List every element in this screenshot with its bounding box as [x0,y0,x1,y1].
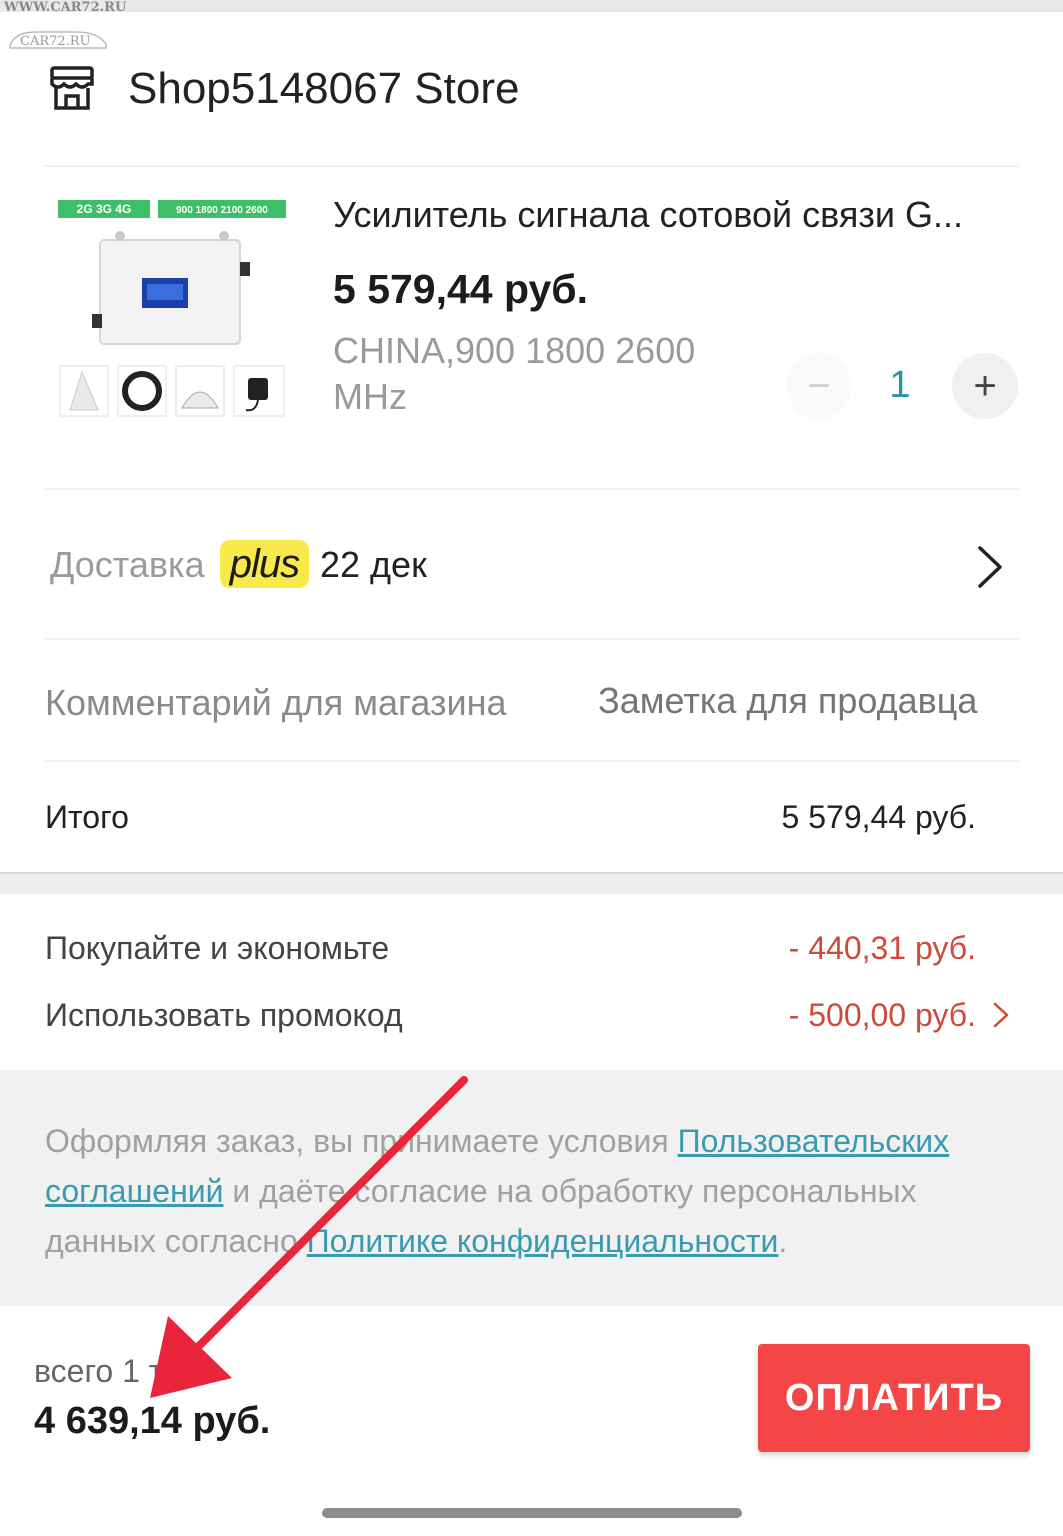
quantity-decrease-button[interactable]: − [786,353,852,419]
save-discount-value: - 440,31 руб. [788,930,976,966]
quantity-increase-button[interactable]: + [952,353,1018,419]
store-name[interactable]: Shop5148067 Store [128,64,519,114]
grand-total: 4 639,14 руб. [34,1400,271,1442]
save-discount-label: Покупайте и экономьте [45,930,390,966]
divider [44,488,1019,490]
divider [44,760,1019,762]
divider [44,638,1019,640]
terms-text: Оформляя заказ, вы принимаете условия По… [45,1116,1005,1266]
items-count: всего 1 тов. [34,1353,207,1389]
product-price: 5 579,44 руб. [333,266,589,312]
terms-text-part: . [778,1223,788,1259]
store-icon [50,66,94,110]
terms-text-part: Оформляя заказ, вы принимаете условия [45,1123,678,1159]
divider [44,165,1019,167]
quantity-value: 1 [889,364,911,406]
comment-label: Комментарий для магазина [45,682,507,723]
chevron-right-icon[interactable] [972,544,1008,590]
watermark-logo-text: CAR72.RU [20,34,91,49]
section-separator [0,872,1063,894]
product-variant[interactable]: CHINA,900 1800 2600 MHz [333,328,753,420]
product-title[interactable]: Усилитель сигнала сотовой связи G... [333,194,1023,236]
subtotal-label: Итого [45,799,129,835]
watermark-logo: CAR72.RU [9,31,107,49]
subtotal-value: 5 579,44 руб. [781,799,976,835]
product-badge-frequencies: 900 1800 2100 2600 [176,205,268,216]
promo-code-label[interactable]: Использовать промокод [45,997,403,1034]
delivery-date: 22 дек [320,544,427,585]
status-bar-strip [0,0,1063,12]
product-image[interactable]: 2G 3G 4G 900 1800 2100 2600 [56,196,288,420]
plus-badge: plus [220,540,309,588]
product-badge-bands: 2G 3G 4G [77,202,132,216]
pay-button[interactable]: ОПЛАТИТЬ [758,1344,1030,1452]
privacy-policy-link[interactable]: Политике конфиденциальности [307,1223,779,1259]
promo-code-value[interactable]: - 500,00 руб. [740,997,976,1034]
promo-chevron-right-icon[interactable] [990,1000,1012,1030]
delivery-label: Доставка [50,544,205,585]
watermark-text: WWW.CAR72.RU [4,0,127,15]
home-indicator[interactable] [322,1508,742,1518]
seller-note-input[interactable] [598,680,1018,722]
